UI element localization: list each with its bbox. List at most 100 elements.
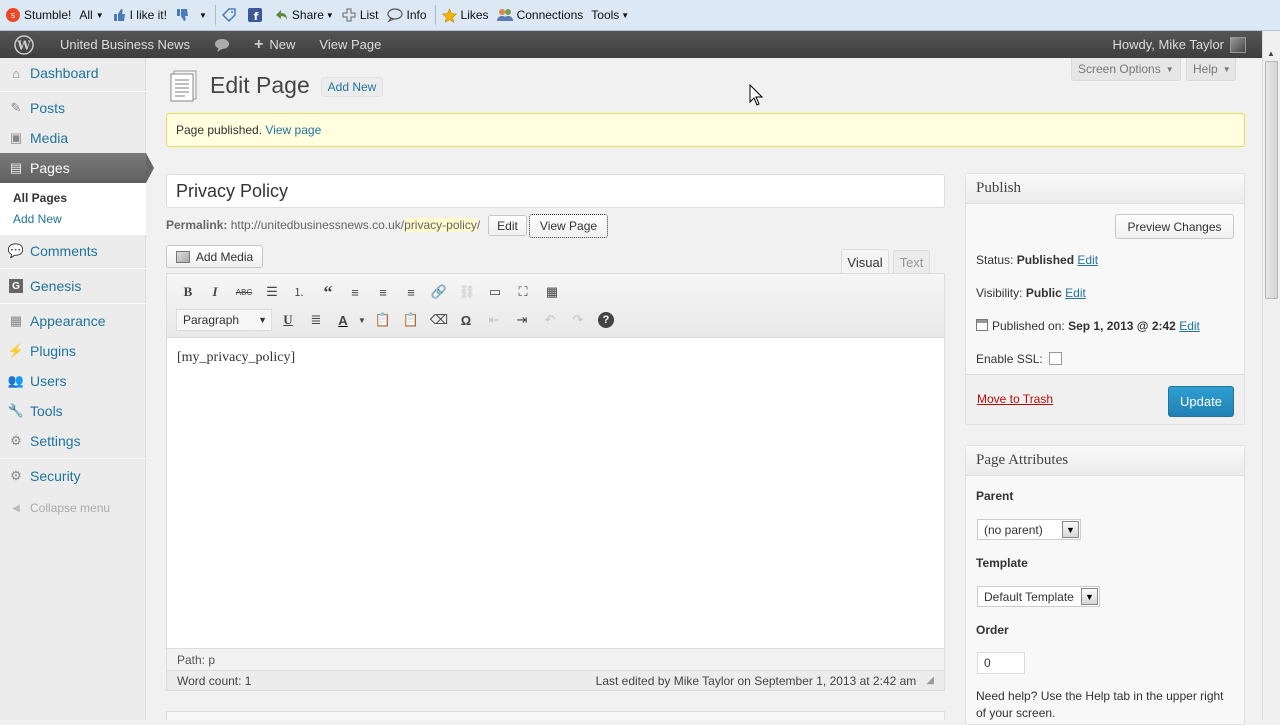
submenu-all-pages[interactable]: All Pages <box>13 191 67 205</box>
sidebar-item-tools[interactable]: 🔧 Tools <box>0 396 146 426</box>
preview-changes-button[interactable]: Preview Changes <box>1115 214 1234 239</box>
users-icon: 👥 <box>7 373 25 388</box>
scroll-up-icon[interactable]: ▲ <box>1267 49 1275 58</box>
submenu-add-new[interactable]: Add New <box>13 212 62 226</box>
view-page-button[interactable]: View Page <box>529 214 608 238</box>
kitchen-sink-icon[interactable]: ▦ <box>542 282 562 302</box>
align-justify-icon[interactable]: ≣ <box>306 310 326 330</box>
resize-handle-icon[interactable]: ◢ <box>926 675 934 686</box>
outdent-icon[interactable]: ⇤ <box>484 310 504 330</box>
security-icon: ⚙ <box>10 468 22 483</box>
chevron-down-icon: ▼ <box>95 10 104 20</box>
parent-select[interactable]: (no parent) ▼ <box>977 519 1081 540</box>
unlink-icon[interactable]: ⛓ <box>457 282 477 302</box>
undo-icon[interactable]: ↶ <box>540 310 560 330</box>
add-new-page-button[interactable]: Add New <box>321 77 383 97</box>
sidebar-item-security[interactable]: ⚙ Security <box>0 461 146 491</box>
italic-icon[interactable]: I <box>205 282 225 302</box>
sidebar-item-media[interactable]: ▣ Media <box>0 123 146 153</box>
sidebar-item-comments[interactable]: 💬 Comments <box>0 236 146 266</box>
user-account-menu[interactable]: Howdy, Mike Taylor <box>1101 31 1263 58</box>
paste-text-icon[interactable]: 📋 <box>373 310 393 330</box>
blockquote-icon[interactable]: “ <box>318 282 338 302</box>
all-dropdown[interactable]: All ▼ <box>79 8 103 22</box>
like-button[interactable]: I like it! <box>112 8 167 22</box>
update-button[interactable]: Update <box>1168 386 1234 417</box>
help-icon[interactable]: ? <box>596 310 616 330</box>
wordpress-icon: W <box>14 34 34 55</box>
bullet-list-icon[interactable]: ☰ <box>262 282 282 302</box>
align-center-icon[interactable]: ≡ <box>373 282 393 302</box>
enable-ssl-checkbox[interactable] <box>1049 352 1063 365</box>
svg-text:s: s <box>11 11 16 21</box>
media-icon: ▣ <box>9 130 23 145</box>
edit-date-link[interactable]: Edit <box>1179 319 1200 333</box>
align-left-icon[interactable]: ≡ <box>345 282 365 302</box>
stumble-button[interactable]: s Stumble! <box>6 8 71 22</box>
special-character-icon[interactable]: Ω <box>456 310 476 330</box>
view-page-link[interactable]: View Page <box>307 31 393 58</box>
underline-icon[interactable]: U <box>278 310 298 330</box>
sidebar-item-settings[interactable]: ⚙ Settings <box>0 426 146 456</box>
fullscreen-icon[interactable]: ⛶ <box>513 282 533 302</box>
site-name-link[interactable]: United Business News <box>48 31 202 58</box>
indent-icon[interactable]: ⇥ <box>512 310 532 330</box>
add-media-button[interactable]: Add Media <box>166 245 263 268</box>
help-button[interactable]: Help ▼ <box>1186 58 1236 81</box>
sidebar-item-plugins[interactable]: ⚡ Plugins <box>0 336 146 366</box>
format-select[interactable]: Paragraph ▼ <box>176 309 272 331</box>
view-page-link[interactable]: View page <box>265 123 321 137</box>
star-icon <box>441 7 457 23</box>
post-title-input[interactable]: Privacy Policy <box>166 174 945 208</box>
tag-button[interactable] <box>221 8 240 22</box>
parent-label: Parent <box>976 489 1014 503</box>
page-attributes-heading: Page Attributes <box>966 446 1244 476</box>
list-button[interactable]: List <box>342 8 379 22</box>
clear-formatting-icon[interactable]: ⌫ <box>429 310 449 330</box>
share-button[interactable]: Share ▼ <box>274 8 334 22</box>
text-color-icon[interactable]: A <box>333 310 353 330</box>
facebook-button[interactable]: f <box>247 8 266 22</box>
scrollbar-thumb[interactable] <box>1265 61 1278 299</box>
order-input[interactable]: 0 <box>977 652 1025 674</box>
chevron-down-icon[interactable]: ▼ <box>352 310 372 330</box>
editor-content[interactable]: [my_privacy_policy] <box>177 350 295 366</box>
numbered-list-icon[interactable]: ⒈ <box>289 282 309 302</box>
connections-button[interactable]: Connections <box>496 8 583 22</box>
edit-permalink-button[interactable]: Edit <box>488 215 527 236</box>
chevron-down-icon: ▼ <box>1222 64 1231 74</box>
strikethrough-icon[interactable]: ABC <box>234 282 254 302</box>
template-select[interactable]: Default Template ▼ <box>977 586 1100 607</box>
edit-visibility-link[interactable]: Edit <box>1065 286 1086 300</box>
collapse-menu-button[interactable]: ◀ Collapse menu <box>0 493 146 523</box>
dashboard-icon: ⌂ <box>12 65 20 81</box>
people-icon <box>496 9 513 21</box>
tab-visual[interactable]: Visual <box>841 249 889 274</box>
new-content-link[interactable]: + New <box>242 31 307 58</box>
wordpress-logo-button[interactable]: W <box>0 31 48 58</box>
sidebar-item-genesis[interactable]: G Genesis <box>0 271 146 301</box>
edit-status-link[interactable]: Edit <box>1077 253 1098 267</box>
screen-options-button[interactable]: Screen Options ▼ <box>1071 58 1181 81</box>
info-button[interactable]: Info <box>386 8 427 22</box>
comments-link[interactable] <box>202 31 242 58</box>
sidebar-item-appearance[interactable]: ▦ Appearance <box>0 306 146 336</box>
insert-more-icon[interactable]: ▭ <box>485 282 505 302</box>
publish-actions: Move to Trash Update <box>966 374 1244 424</box>
paste-word-icon[interactable]: 📋 <box>401 310 421 330</box>
likes-button[interactable]: Likes <box>441 7 489 23</box>
sidebar-item-pages[interactable]: ▤ Pages <box>0 153 146 183</box>
tools-dropdown[interactable]: Tools ▼ <box>591 8 629 22</box>
sidebar-item-users[interactable]: 👥 Users <box>0 366 146 396</box>
dislike-button[interactable]: ▼ <box>175 8 207 22</box>
sidebar-item-posts[interactable]: ✎ Posts <box>0 93 146 123</box>
bold-icon[interactable]: B <box>178 282 198 302</box>
sidebar-item-dashboard[interactable]: ⌂ Dashboard <box>0 58 146 88</box>
page-scrollbar[interactable]: ▲ <box>1262 31 1280 720</box>
link-icon[interactable]: 🔗 <box>429 282 449 302</box>
redo-icon[interactable]: ↷ <box>568 310 588 330</box>
pages-icon: ▤ <box>9 160 23 175</box>
tab-text[interactable]: Text <box>893 250 930 273</box>
move-to-trash-link[interactable]: Move to Trash <box>977 392 1053 406</box>
align-right-icon[interactable]: ≡ <box>401 282 421 302</box>
